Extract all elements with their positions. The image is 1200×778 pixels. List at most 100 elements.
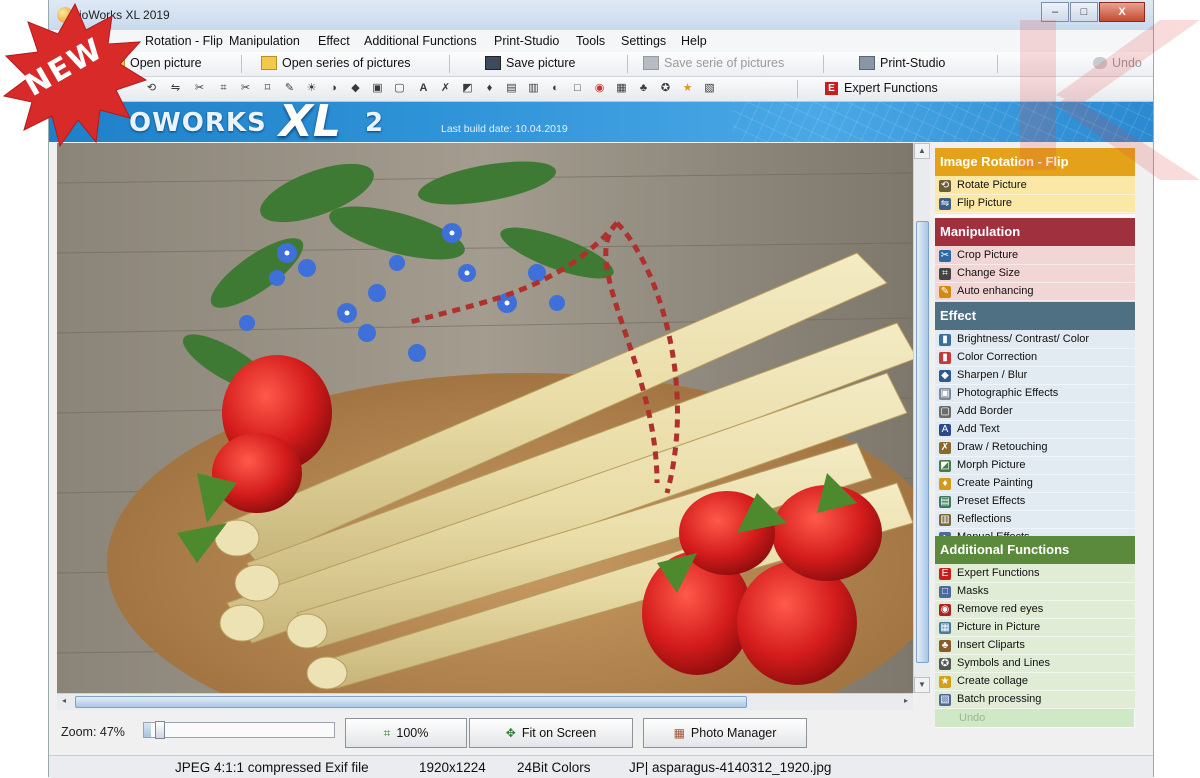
photo-manager-button[interactable]: ▦ Photo Manager <box>643 718 807 748</box>
batch-icon: ▧ <box>939 693 951 706</box>
crop-icon[interactable]: ✂ <box>193 82 206 95</box>
magic-wand-icon[interactable]: ✎ <box>283 82 296 95</box>
panel-item-change-size[interactable]: ⌗ Change Size <box>935 265 1135 283</box>
save-series-button[interactable]: Save serie of pictures <box>643 56 784 70</box>
mask-icon: □ <box>939 585 951 598</box>
panel-section-items: E Expert Functions □ Masks ◉ Remove red eyes ▦… <box>935 564 1135 710</box>
batch-icon[interactable]: ▧ <box>703 82 716 95</box>
panel-item-expert-functions[interactable]: E Expert Functions <box>935 565 1135 583</box>
border-icon[interactable]: ▢ <box>393 82 406 95</box>
print-studio-button[interactable]: Print-Studio <box>859 56 945 70</box>
magic-wand-icon: ✎ <box>939 285 951 298</box>
scroll-right-icon[interactable]: ▸ <box>899 694 913 708</box>
zoom-slider[interactable] <box>143 721 335 739</box>
panel-item-draw-retouching[interactable]: ✗ Draw / Retouching <box>935 439 1135 457</box>
panel-item-add-border[interactable]: ▢ Add Border <box>935 403 1135 421</box>
expert-functions-button[interactable]: E Expert Functions <box>825 81 938 95</box>
picture-in-picture-icon[interactable]: ▦ <box>615 82 628 95</box>
brightness-contrast-icon: ▮ <box>939 333 951 346</box>
panel-item-masks[interactable]: □ Masks <box>935 583 1135 601</box>
panel-section-header[interactable]: Effect <box>935 302 1135 330</box>
function-panel: Image Rotation - Flip ⟲ Rotate Picture ⇋ Fli… <box>935 148 1135 728</box>
menu-help[interactable]: Help <box>681 34 707 48</box>
panel-item-label: Photographic Effects <box>957 387 1059 399</box>
resize-icon[interactable]: ⌗ <box>217 82 230 95</box>
toolbar-separator <box>797 80 798 98</box>
panel-item-label: Reflections <box>957 513 1012 525</box>
panel-item-morph-picture[interactable]: ◩ Morph Picture <box>935 457 1135 475</box>
logo-xl: XL <box>279 102 341 142</box>
zoom-label: Zoom: 47% <box>61 725 125 739</box>
panel-item-brightness-contrast-color[interactable]: ▮ Brightness/ Contrast/ Color <box>935 331 1135 349</box>
morph-icon[interactable]: ◩ <box>461 82 474 95</box>
reflection-icon[interactable]: ▥ <box>527 82 540 95</box>
menu-settings[interactable]: Settings <box>621 34 666 48</box>
sharpen-icon[interactable]: ◆ <box>349 82 362 95</box>
fit-on-screen-button[interactable]: ✥ Fit on Screen <box>469 718 633 748</box>
menu-additional-functions[interactable]: Additional Functions <box>364 34 477 48</box>
menu-print-studio[interactable]: Print-Studio <box>494 34 559 48</box>
panel-item-insert-cliparts[interactable]: ♣ Insert Cliparts <box>935 637 1135 655</box>
image-viewer[interactable] <box>57 143 913 693</box>
manual-effects-icon[interactable]: ◐ <box>549 82 562 95</box>
collage-icon[interactable]: ★ <box>681 82 694 95</box>
panel-item-label: Insert Cliparts <box>957 639 1025 651</box>
scroll-down-icon[interactable]: ▼ <box>914 677 930 693</box>
panel-item-create-painting[interactable]: ♦ Create Painting <box>935 475 1135 493</box>
save-picture-button[interactable]: Save picture <box>485 56 575 70</box>
red-eye-icon[interactable]: ◉ <box>593 82 606 95</box>
clipart-icon: ♣ <box>939 639 951 652</box>
panel-item-add-text[interactable]: A Add Text <box>935 421 1135 439</box>
photo-effects-icon[interactable]: ▣ <box>371 82 384 95</box>
scissors-icon[interactable]: ✂ <box>239 82 252 95</box>
zoom-100-button[interactable]: ⌗ 100% <box>345 718 467 748</box>
panel-item-symbols-and-lines[interactable]: ✪ Symbols and Lines <box>935 655 1135 673</box>
panel-item-auto-enhancing[interactable]: ✎ Auto enhancing <box>935 283 1135 301</box>
painting-icon[interactable]: ♦ <box>483 82 496 95</box>
vertical-scrollbar[interactable]: ▲ ▼ <box>913 143 930 693</box>
horizontal-scrollbar[interactable]: ◂ ▸ <box>57 693 913 710</box>
panel-undo-button[interactable]: Undo <box>935 709 1134 727</box>
zoom-slider-handle[interactable] <box>154 721 165 739</box>
panel-item-create-collage[interactable]: ★ Create collage <box>935 673 1135 691</box>
panel-item-sharpen-blur[interactable]: ◆ Sharpen / Blur <box>935 367 1135 385</box>
brightness-icon[interactable]: ☀ <box>305 82 318 95</box>
menu-tools[interactable]: Tools <box>576 34 605 48</box>
panel-item-reflections[interactable]: ▥ Reflections <box>935 511 1135 529</box>
panel-item-preset-effects[interactable]: ▤ Preset Effects <box>935 493 1135 511</box>
color-icon[interactable]: ◑ <box>327 82 340 95</box>
draw-icon[interactable]: ✗ <box>439 82 452 95</box>
vertical-scroll-thumb[interactable] <box>916 221 929 663</box>
panel-item-label: Change Size <box>957 267 1020 279</box>
open-series-button[interactable]: Open series of pictures <box>261 56 411 70</box>
menu-manipulation[interactable]: Manipulation <box>229 34 300 48</box>
panel-item-batch-processing[interactable]: ▧ Batch processing <box>935 691 1135 709</box>
symbols-icon[interactable]: ✪ <box>659 82 672 95</box>
panel-item-remove-red-eyes[interactable]: ◉ Remove red eyes <box>935 601 1135 619</box>
panel-section-manipulation: Manipulation ✂ Crop Picture ⌗ Change Size ✎ Au… <box>935 218 1135 302</box>
panel-item-picture-in-picture[interactable]: ▦ Picture in Picture <box>935 619 1135 637</box>
text-icon[interactable]: A <box>417 82 430 95</box>
expert-functions-label: Expert Functions <box>844 81 938 95</box>
menu-rotation-flip[interactable]: Rotation - Flip <box>145 34 223 48</box>
mask-icon[interactable]: □ <box>571 82 584 95</box>
panel-item-crop-picture[interactable]: ✂ Crop Picture <box>935 247 1135 265</box>
build-date: Last build date: 10.04.2019 <box>441 123 568 135</box>
flip-icon[interactable]: ⇋ <box>169 82 182 95</box>
open-series-label: Open series of pictures <box>282 56 411 70</box>
painting-icon: ♦ <box>939 477 951 490</box>
size-icon[interactable]: ⌑ <box>261 82 274 95</box>
menu-effect[interactable]: Effect <box>318 34 350 48</box>
panel-item-color-correction[interactable]: ▮ Color Correction <box>935 349 1135 367</box>
panel-item-photographic-effects[interactable]: ▣ Photographic Effects <box>935 385 1135 403</box>
horizontal-scroll-thumb[interactable] <box>75 696 747 708</box>
panel-section-header[interactable]: Additional Functions <box>935 536 1135 564</box>
scroll-left-icon[interactable]: ◂ <box>57 694 71 708</box>
preset-icon[interactable]: ▤ <box>505 82 518 95</box>
panel-section-header[interactable]: Manipulation <box>935 218 1135 246</box>
panel-item-flip-picture[interactable]: ⇋ Flip Picture <box>935 195 1135 213</box>
toolbar-separator <box>997 55 998 73</box>
clipart-icon[interactable]: ♣ <box>637 82 650 95</box>
red-eye-icon: ◉ <box>939 603 951 616</box>
scroll-up-icon[interactable]: ▲ <box>914 143 930 159</box>
